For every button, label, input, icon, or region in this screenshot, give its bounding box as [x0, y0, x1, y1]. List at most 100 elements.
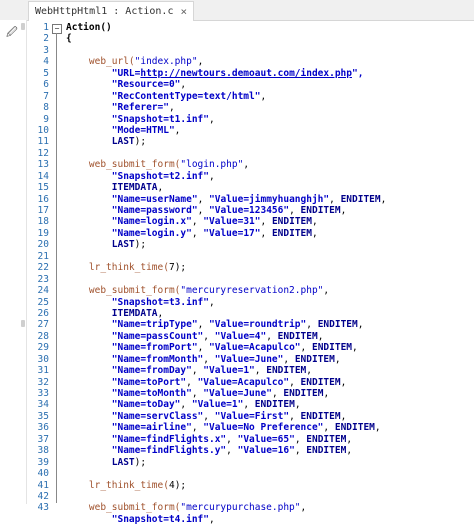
code-token: "Value=31" [203, 216, 261, 228]
code-token: , [209, 170, 215, 182]
code-line: LAST); [66, 136, 466, 147]
code-token: , [260, 227, 272, 239]
code-token: "Value=16" [237, 445, 295, 457]
code-line: "Name=userName", "Value=jimmyhuanghjh", … [66, 194, 466, 205]
code-line: ITEMDATA, [66, 182, 466, 193]
code-token: , [352, 342, 358, 354]
code-token: ITEMDATA [66, 307, 158, 319]
code-line: web_submit_form("mercuryreservation2.php… [66, 285, 466, 296]
code-token: , [174, 124, 181, 136]
tab-action-c[interactable]: WebHttpHtml1 : Action.c × [28, 1, 195, 21]
code-token: , [340, 376, 347, 388]
code-token: , [203, 410, 215, 422]
line-number: 4 [43, 56, 49, 68]
code-token: ENDITEM [254, 399, 295, 411]
code-token: , [157, 182, 164, 194]
code-token: "Value=4" [214, 330, 267, 342]
code-token: web_submit_form( [66, 502, 181, 514]
code-token: "Name=toDay" [66, 399, 181, 411]
code-token: , [180, 399, 192, 411]
gutter-marker [21, 23, 25, 30]
line-number: 6 [43, 79, 49, 91]
code-line: "Name=tripType", "Value=roundtrip", ENDI… [66, 319, 466, 330]
line-number: 21 [37, 250, 49, 262]
code-token: lr_think_time( [66, 262, 169, 274]
code-token: { [66, 33, 72, 45]
code-line: "Mode=HTML", [66, 125, 466, 136]
code-line: web_submit_form("mercurypurchase.php", [66, 502, 466, 513]
code-token: , [186, 376, 198, 388]
code-token: , [306, 319, 318, 331]
code-line: "Snapshot=t4.inf", [66, 514, 466, 525]
code-token: , [197, 342, 210, 354]
code-token: "Resource=0" [66, 79, 181, 91]
code-token: "Referer=" [66, 102, 169, 114]
code-token: "RecContentType=text/html" [66, 90, 261, 102]
line-number: 3 [43, 44, 49, 56]
code-token: ENDITEM [300, 205, 341, 216]
code-token: "Name=servClass" [66, 410, 204, 422]
line-number: 37 [37, 433, 49, 445]
code-line: LAST); [66, 457, 466, 468]
code-token: "Value=roundtrip" [209, 319, 307, 331]
code-token: "Value=June" [214, 353, 284, 365]
line-number: 25 [37, 296, 49, 308]
code-token: , [260, 90, 267, 102]
code-token: "Name=login.y" [66, 227, 192, 239]
line-number: 29 [37, 342, 49, 354]
code-editor[interactable]: Action(){ web_url("index.php", "URL=http… [66, 22, 466, 525]
close-icon[interactable]: × [180, 5, 187, 18]
code-token: , [191, 365, 204, 377]
code-token: , [209, 296, 215, 308]
line-number: 43 [37, 502, 49, 514]
code-token: "Name=fromMonth" [66, 353, 204, 365]
code-token: "Value=17" [203, 227, 261, 239]
code-line: "Snapshot=t3.inf", [66, 297, 466, 308]
code-token: ); [174, 262, 187, 274]
code-token: ENDITEM [311, 342, 353, 354]
code-token: "Value=No Preference" [203, 422, 324, 434]
code-token: ENDITEM [306, 433, 347, 445]
code-token: "Name=fromDay" [66, 365, 192, 377]
code-token: LAST [66, 456, 135, 468]
code-token: Action() [66, 22, 112, 33]
line-number: 34 [37, 399, 49, 411]
code-token: , [191, 422, 204, 434]
code-token: "Value=65" [237, 433, 295, 445]
code-line: "Name=airline", "Value=No Preference", E… [66, 422, 466, 433]
code-token: , [203, 353, 215, 365]
code-line: "Name=passCount", "Value=4", ENDITEM, [66, 331, 466, 342]
code-token: ENDITEM [317, 319, 358, 331]
code-token: ITEMDATA [66, 182, 158, 194]
line-number: 16 [37, 193, 49, 205]
code-line: "Name=fromMonth", "Value=June", ENDITEM, [66, 354, 466, 365]
code-token: , [340, 205, 347, 216]
code-line: "Snapshot=t2.inf", [66, 171, 466, 182]
code-token: "login.php" [180, 159, 244, 171]
code-token: web_submit_form( [66, 159, 181, 171]
code-token: , [340, 410, 347, 422]
code-line: "Referer=", [66, 102, 466, 113]
code-line: "RecContentType=text/html", [66, 91, 466, 102]
code-line: web_submit_form("login.php", [66, 159, 466, 170]
code-token: "Name=fromPort" [66, 342, 198, 354]
code-line: "Name=fromDay", "Value=1", ENDITEM, [66, 365, 466, 376]
code-token: ); [134, 456, 147, 468]
line-number: 24 [37, 285, 49, 297]
code-token: ENDITEM [271, 216, 312, 228]
code-line: "URL=http://newtours.demoaut.com/index.p… [66, 68, 466, 79]
code-token: web_url( [66, 56, 135, 68]
code-token: "Name=password" [66, 205, 198, 216]
line-number: 28 [37, 330, 49, 342]
code-token: ENDITEM [334, 422, 375, 434]
pin-icon[interactable]: 🖉 [6, 24, 18, 43]
code-token: "mercurypurchase.php" [180, 502, 301, 514]
fold-toggle-icon[interactable]: − [52, 24, 62, 34]
code-token: "Name=passCount" [66, 330, 204, 342]
code-line: "Resource=0", [66, 79, 466, 90]
code-token: , [191, 227, 204, 239]
line-number: 40 [37, 468, 49, 480]
code-token: , [243, 399, 255, 411]
